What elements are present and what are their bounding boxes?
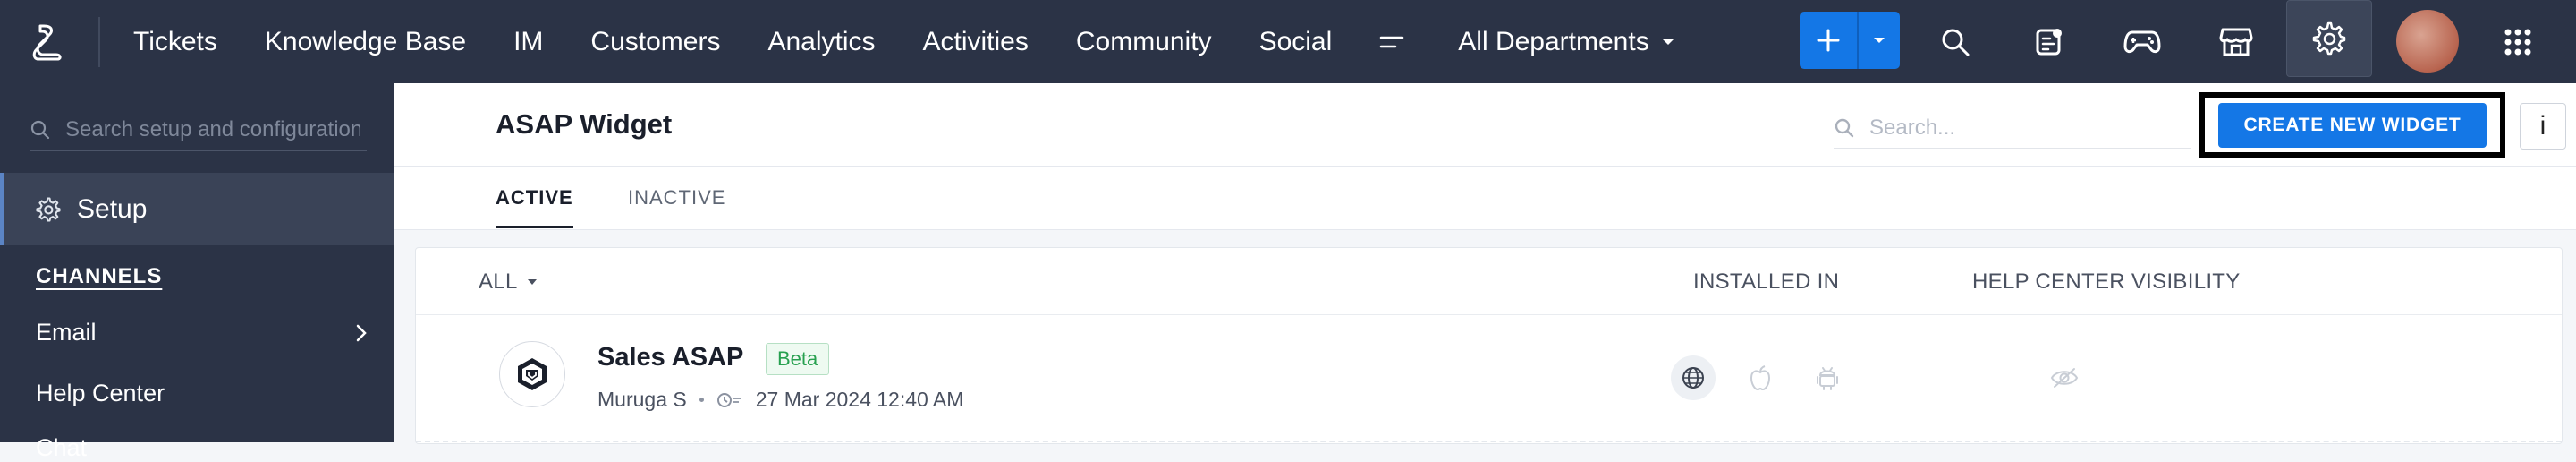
table-header: ALL INSTALLED IN HELP CENTER VISIBILITY <box>416 248 2562 315</box>
nav-customers[interactable]: Customers <box>590 27 720 57</box>
chevron-down-icon <box>527 279 537 285</box>
sidebar-item-label: Email <box>36 319 97 346</box>
gear-icon <box>36 196 61 222</box>
create-button-highlight: CREATE NEW WIDGET <box>2199 92 2505 158</box>
setup-search-input[interactable] <box>64 116 362 143</box>
page-title: ASAP Widget <box>496 108 673 140</box>
add-button-group <box>1800 12 1900 69</box>
widget-meta: Muruga S 27 Mar 2024 12:40 AM <box>597 388 963 412</box>
department-label: All Departments <box>1458 26 1649 56</box>
create-new-widget-button[interactable]: CREATE NEW WIDGET <box>2218 102 2487 148</box>
search-icon <box>1835 118 1854 138</box>
section-heading-channels: CHANNELS <box>36 264 163 288</box>
globe-icon <box>1671 355 1716 400</box>
sidebar-item-help-center[interactable]: Help Center <box>36 380 367 407</box>
divider <box>98 16 100 67</box>
filter-dropdown[interactable]: ALL <box>479 270 538 295</box>
sidebar-item-setup[interactable]: Setup <box>0 173 394 245</box>
store-icon[interactable] <box>2210 16 2262 68</box>
status-tabs: ACTIVE INACTIVE <box>394 167 2576 230</box>
gear-icon[interactable] <box>2286 0 2372 77</box>
main-nav: Tickets Knowledge Base IM Customers Anal… <box>133 0 1674 83</box>
widget-search <box>1834 108 2191 149</box>
widget-logo-icon <box>499 341 565 407</box>
nav-knowledge-base[interactable]: Knowledge Base <box>265 27 466 57</box>
chevron-down-icon <box>1662 38 1674 45</box>
apple-icon <box>1738 355 1783 400</box>
widget-date: 27 Mar 2024 12:40 AM <box>755 388 964 411</box>
sidebar-item-chat[interactable]: Chat <box>36 434 367 462</box>
grid-icon[interactable] <box>2492 16 2544 68</box>
chevron-down-icon <box>1874 38 1885 43</box>
widget-name[interactable]: Sales ASAP <box>597 343 743 372</box>
desk-logo-icon[interactable] <box>0 0 98 83</box>
add-button[interactable] <box>1800 12 1857 69</box>
nav-social[interactable]: Social <box>1259 27 1333 57</box>
nav-community[interactable]: Community <box>1076 27 1212 57</box>
filter-label: ALL <box>479 270 518 294</box>
table-row[interactable]: Sales ASAP Beta Muruga S 27 Mar 2024 12:… <box>416 315 2562 443</box>
department-selector[interactable]: All Departments <box>1458 27 1674 57</box>
sidebar-item-label: Chat <box>36 434 88 461</box>
info-button[interactable]: i <box>2520 103 2566 150</box>
gamepad-icon[interactable] <box>2116 16 2168 68</box>
column-help-center-visibility: HELP CENTER VISIBILITY <box>1972 270 2241 294</box>
nav-tickets[interactable]: Tickets <box>133 27 217 57</box>
widget-owner: Muruga S <box>597 388 687 411</box>
menu-lines-icon[interactable] <box>1379 33 1406 51</box>
beta-badge: Beta <box>766 343 830 375</box>
plus-icon <box>1817 29 1840 52</box>
add-dropdown-button[interactable] <box>1857 12 1900 69</box>
top-navigation-bar: Tickets Knowledge Base IM Customers Anal… <box>0 0 2576 83</box>
sidebar-item-email[interactable]: Email <box>36 319 367 346</box>
tab-active[interactable]: ACTIVE <box>496 186 573 228</box>
setup-search <box>30 110 367 151</box>
nav-activities[interactable]: Activities <box>923 27 1029 57</box>
search-icon <box>30 120 50 140</box>
tab-inactive[interactable]: INACTIVE <box>628 186 725 210</box>
widget-search-input[interactable] <box>1868 115 2175 141</box>
sidebar-item-label: Setup <box>77 193 148 224</box>
column-installed-in: INSTALLED IN <box>1693 270 1840 294</box>
notes-icon[interactable] <box>2023 16 2075 68</box>
search-icon[interactable] <box>1929 16 1981 68</box>
eye-off-icon[interactable] <box>2042 355 2087 400</box>
nav-analytics[interactable]: Analytics <box>767 27 875 57</box>
page-header: ASAP Widget CREATE NEW WIDGET i <box>394 83 2576 167</box>
widget-table: ALL INSTALLED IN HELP CENTER VISIBILITY … <box>415 247 2563 444</box>
sidebar-item-label: Help Center <box>36 380 165 406</box>
main-content: ASAP Widget CREATE NEW WIDGET i ACTIVE I… <box>394 83 2576 444</box>
chevron-right-icon <box>356 324 367 341</box>
sidebar: Setup CHANNELS Email Help Center Chat <box>0 83 394 461</box>
separator-dot <box>699 398 704 402</box>
clock-icon <box>716 391 743 409</box>
avatar[interactable] <box>2396 10 2459 73</box>
android-icon <box>1805 355 1850 400</box>
nav-im[interactable]: IM <box>513 27 543 57</box>
